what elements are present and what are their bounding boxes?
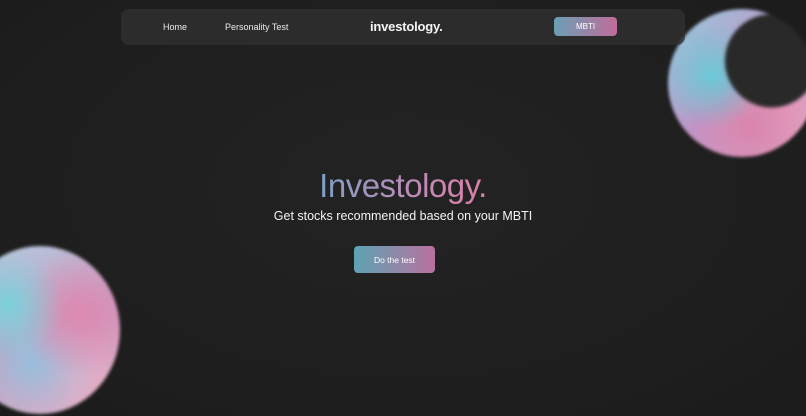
hero-title-text: Investology. (319, 167, 487, 204)
mbti-button[interactable]: MBTI (554, 17, 617, 36)
brand-logo[interactable]: investology. (370, 9, 443, 45)
hero-subtitle: Get stocks recommended based on your MBT… (273, 209, 533, 223)
nav-link-home[interactable]: Home (163, 9, 187, 45)
nav-link-personality-test[interactable]: Personality Test (225, 9, 288, 45)
landing-page: Home Personality Test investology. MBTI … (0, 0, 806, 416)
decorative-blob-bottom-left (0, 246, 120, 414)
decorative-blob-top-right (668, 9, 806, 157)
hero-title: Investology. (0, 165, 806, 207)
navbar: Home Personality Test investology. MBTI (121, 9, 685, 45)
do-the-test-button[interactable]: Do the test (354, 246, 435, 273)
